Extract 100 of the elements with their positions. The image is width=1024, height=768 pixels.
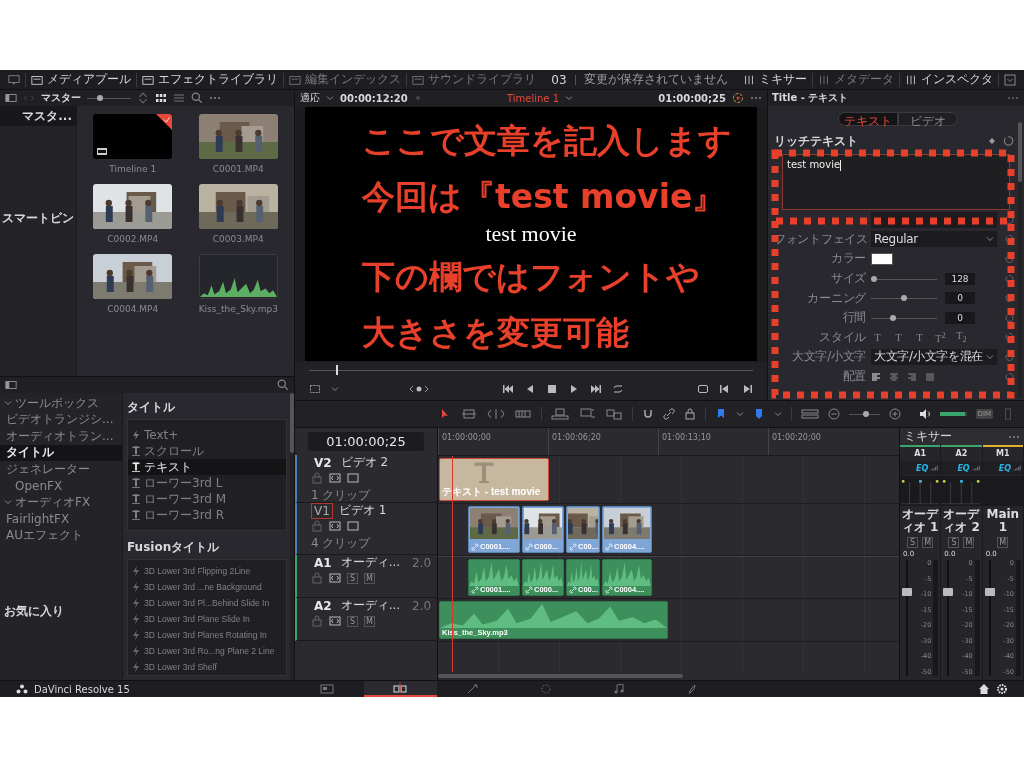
track-id[interactable]: A2 [311,597,335,614]
style-button[interactable]: T$^{2}$ [934,330,947,344]
zoom-in-icon[interactable] [888,408,901,420]
track-toggle-button[interactable]: S [347,615,358,627]
panel-toggle-button[interactable]: エフェクトライブラリ [142,71,278,88]
speaker-icon[interactable] [918,408,931,420]
panel-toggle-button[interactable]: 編集インデックス [289,71,401,88]
replace-clip-icon[interactable] [605,408,623,420]
inspector-tab[interactable]: テキスト [838,112,898,126]
volume-slider[interactable] [939,412,967,416]
value-field[interactable]: 128 [945,272,975,285]
search-icon[interactable] [191,92,203,104]
chevron-icon[interactable] [331,385,339,393]
value-field[interactable]: 0 [945,311,975,324]
blade-icon[interactable] [514,408,532,420]
effect-item[interactable]: スクロール [128,443,286,459]
effect-item[interactable]: Text+ [128,427,286,443]
effect-item[interactable]: テキスト [128,459,286,475]
reset-icon[interactable] [1004,214,1014,225]
style-button[interactable]: T [892,331,905,343]
channel-toggle-button[interactable]: M [963,536,975,548]
chevron-icon[interactable] [4,498,12,507]
monitor-icon[interactable] [8,73,20,86]
zoom-slider[interactable] [849,409,880,419]
settings-icon[interactable] [996,683,1008,695]
timeline-thumbnail[interactable] [93,114,173,159]
skip-to-start-icon[interactable] [502,383,514,395]
zoom-dropdown[interactable]: 適応 [300,91,320,105]
auto-select-icon[interactable] [329,520,341,532]
tree-item[interactable]: AUエフェクト [0,527,122,544]
effect-item[interactable]: 3D Lower 3rd Ro...ng Plane 2 Line [128,643,286,659]
reset-icon[interactable] [1004,312,1014,323]
magnet-icon[interactable] [642,408,654,420]
panel-toggle-button[interactable]: メタデータ [818,71,894,88]
overwrite-clip-icon[interactable] [578,408,596,420]
track-toggle-button[interactable]: M [364,615,375,627]
reset-icon[interactable] [1004,254,1014,264]
fullscreen-icon[interactable] [697,383,709,395]
crop-icon[interactable] [309,383,321,395]
search-icon[interactable] [277,379,289,391]
panel-toggle-button[interactable]: メディアプール [31,71,131,88]
zoom-out-icon[interactable] [828,408,840,420]
effect-item[interactable]: ローワー3rd M [128,491,286,507]
tree-item[interactable]: OpenFX [0,477,122,494]
chevron-icon[interactable] [736,410,744,418]
dropdown[interactable]: Regular [871,231,997,248]
tree-item[interactable]: オーディオトラン... [0,428,122,445]
effect-item[interactable]: ローワー3rd R [128,507,286,523]
color-wheel-icon[interactable] [732,92,744,104]
color-swatch[interactable] [871,253,893,265]
monitor-icon[interactable] [347,520,359,532]
lock-icon[interactable] [684,408,696,420]
stop-icon[interactable] [546,383,558,395]
skip-to-end-icon[interactable] [590,383,602,395]
track-id[interactable]: V2 [311,454,335,471]
panel-layout-icon[interactable] [5,379,17,391]
reset-icon[interactable] [1004,371,1014,382]
channel-toggle-button[interactable]: M [997,536,1009,548]
align-icon[interactable] [889,372,899,381]
timeline-name[interactable]: Timeline 1 [506,92,560,104]
grid-view-icon[interactable] [155,92,167,104]
bin-item[interactable]: マスタ... [0,106,76,126]
track-id[interactable]: V1 [311,502,333,519]
effect-item[interactable]: 3D Lower 3rd ...ne Background [128,579,286,595]
link-icon[interactable] [663,408,675,420]
track-id[interactable]: A1 [311,554,335,571]
sort-icon[interactable] [137,92,149,104]
chevron-icon[interactable] [565,94,574,102]
waveform-thumbnail[interactable] [198,254,278,299]
reset-icon[interactable] [1002,135,1014,147]
reset-icon[interactable] [1004,293,1014,304]
trim-icon[interactable] [460,408,478,420]
panel-toggle-button[interactable]: ミキサー [743,71,807,88]
effect-item[interactable]: 3D Lower 3rd Planes Rotating In [128,627,286,643]
auto-select-icon[interactable] [329,615,341,627]
effect-item[interactable]: 3D Lower 3rd Plane Slide In [128,611,286,627]
monitor-icon[interactable] [347,472,359,484]
dropdown[interactable]: 大文字/小文字を混在 [871,348,997,365]
tree-item[interactable]: ジェネレーター [0,461,122,478]
page-tab[interactable] [363,681,437,697]
previous-frame-icon[interactable] [719,383,731,395]
panel-toggle-button[interactable]: サウンドライブラリ [412,71,536,88]
track-toggle-button[interactable]: M [364,572,375,584]
tree-item[interactable]: オーディオFX [0,494,122,511]
panel-toggle-button[interactable]: インスペクタ [905,71,993,88]
thumbnail-size-slider[interactable] [87,93,131,103]
effect-item[interactable]: ローワー3rd L [128,475,286,491]
chevron-icon[interactable] [326,94,334,102]
panel-layout-icon[interactable] [5,92,17,104]
tree-item[interactable]: ツールボックス [0,395,122,412]
auto-select-icon[interactable] [329,572,341,584]
next-frame-icon[interactable] [741,383,753,395]
tree-item[interactable]: FairlightFX [0,510,122,527]
auto-select-icon[interactable] [329,472,341,484]
insert-clip-icon[interactable] [551,408,569,420]
align-icon[interactable] [907,372,917,381]
chevron-icon[interactable] [774,410,782,418]
effect-item[interactable]: 3D Lower 3rd Flipping 2Line [128,563,286,579]
pointer-icon[interactable] [439,408,451,420]
tree-item[interactable]: ビデオトランジシ... [0,411,122,428]
